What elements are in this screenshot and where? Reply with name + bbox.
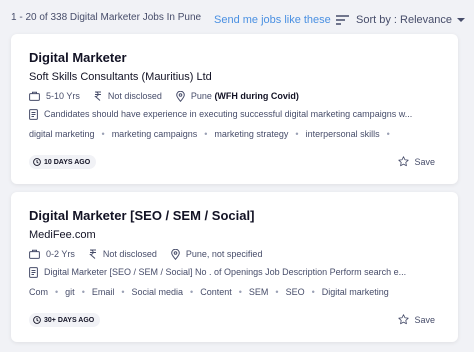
job-meta: 5-10 Yrs Not disclosed Pune (WFH during … xyxy=(29,89,313,103)
rupee-icon xyxy=(89,249,96,259)
job-title[interactable]: Digital Marketer xyxy=(29,50,127,65)
location: Pune, not specified xyxy=(171,248,263,260)
save-button[interactable]: Save xyxy=(398,314,435,325)
sort-lines-icon xyxy=(336,15,349,25)
job-description: Candidates should have experience in exe… xyxy=(29,107,429,121)
send-me-jobs-link[interactable]: Send me jobs like these xyxy=(214,14,331,26)
skill-tag: marketing campaigns xyxy=(111,129,198,139)
job-card[interactable]: Digital Marketer Soft Skills Consultants… xyxy=(11,34,458,184)
experience: 5-10 Yrs xyxy=(29,91,80,101)
experience: 0-2 Yrs xyxy=(29,249,75,259)
clock-icon xyxy=(33,158,41,166)
description-text: Candidates should have experience in exe… xyxy=(44,109,413,119)
skill-tag: Com xyxy=(29,287,49,297)
location-pin-icon xyxy=(171,248,180,260)
job-title[interactable]: Digital Marketer [SEO / SEM / Social] xyxy=(29,208,254,223)
briefcase-icon xyxy=(29,249,40,259)
location-text: Pune, not specified xyxy=(185,249,263,259)
document-icon xyxy=(29,108,38,120)
skill-tag: Content xyxy=(200,287,232,297)
star-icon xyxy=(398,156,410,167)
posted-badge: 10 DAYS AGO xyxy=(29,155,97,169)
skill-tag: git xyxy=(65,287,75,297)
skill-tag: SEM xyxy=(248,287,269,297)
briefcase-icon xyxy=(29,91,40,101)
location-pin-icon xyxy=(176,90,185,102)
save-button[interactable]: Save xyxy=(398,156,435,167)
salary-text: Not disclosed xyxy=(102,249,157,259)
salary: Not disclosed xyxy=(94,91,162,101)
chevron-down-icon xyxy=(457,18,465,22)
location-note: (WFH during Covid) xyxy=(214,91,299,101)
results-count: 1 - 20 of 338 Digital Marketer Jobs In P… xyxy=(11,12,202,23)
skill-tag: Digital marketing xyxy=(321,287,389,297)
job-card[interactable]: Digital Marketer [SEO / SEM / Social] Me… xyxy=(11,192,458,342)
save-label: Save xyxy=(414,314,435,325)
location-text: Pune xyxy=(190,91,212,101)
document-icon xyxy=(29,266,38,278)
salary-text: Not disclosed xyxy=(107,91,162,101)
description-text: Digital Marketer [SEO / SEM / Social] No… xyxy=(44,267,407,277)
job-description: Digital Marketer [SEO / SEM / Social] No… xyxy=(29,265,429,279)
job-meta: 0-2 Yrs Not disclosed Pune, not specifie… xyxy=(29,247,276,261)
experience-text: 0-2 Yrs xyxy=(46,249,75,259)
skill-tag: Social media xyxy=(131,287,184,297)
company-name[interactable]: Soft Skills Consultants (Mauritius) Ltd xyxy=(29,71,212,83)
results-header: 1 - 20 of 338 Digital Marketer Jobs In P… xyxy=(0,0,474,38)
skill-tag: marketing strategy xyxy=(214,129,289,139)
save-label: Save xyxy=(414,156,435,167)
company-name[interactable]: MediFee.com xyxy=(29,229,96,241)
star-icon xyxy=(398,314,410,325)
salary: Not disclosed xyxy=(89,249,157,259)
skill-tag: interpersonal skills xyxy=(305,129,380,139)
sort-label: Sort by : Relevance xyxy=(356,14,452,26)
sort-dropdown[interactable]: Sort by : Relevance xyxy=(336,12,465,28)
skill-tags: Com • git • Email • Social media • Content • … xyxy=(29,287,389,297)
experience-text: 5-10 Yrs xyxy=(46,91,80,101)
clock-icon xyxy=(33,316,41,324)
posted-badge: 30+ DAYS AGO xyxy=(29,313,101,327)
skill-tag: digital marketing xyxy=(29,129,95,139)
rupee-icon xyxy=(94,91,101,101)
location: Pune (WFH during Covid) xyxy=(176,90,299,102)
skill-tags: digital marketing • marketing campaigns • … xyxy=(29,129,390,139)
posted-text: 10 DAYS AGO xyxy=(44,158,91,166)
skill-tag: SEO xyxy=(285,287,305,297)
skill-tag: Email xyxy=(91,287,115,297)
posted-text: 30+ DAYS AGO xyxy=(44,316,95,324)
